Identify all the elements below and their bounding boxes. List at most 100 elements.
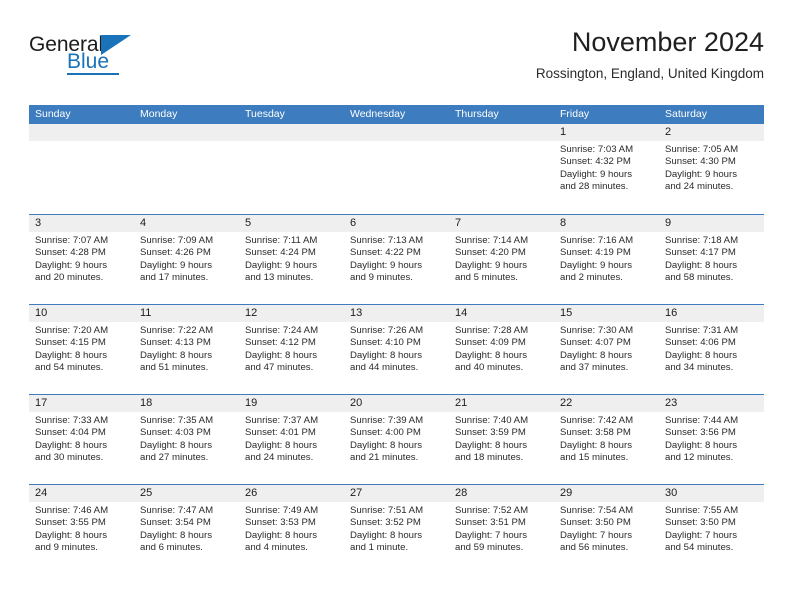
day-number: 9 bbox=[659, 215, 764, 232]
sunset-text: Sunset: 4:17 PM bbox=[665, 247, 736, 259]
day-sun-info: Sunrise: 7:55 AM Sunset: 3:50 PM Daylight:… bbox=[659, 502, 764, 554]
daylight-text-line2: and 24 minutes. bbox=[665, 180, 734, 192]
day-cell[interactable]: 16 Sunrise: 7:31 AM Sunset: 4:06 PM Dayligh… bbox=[659, 305, 764, 394]
daylight-text-line2: and 34 minutes. bbox=[665, 361, 734, 373]
day-number: 4 bbox=[134, 215, 239, 232]
week-row: 1 Sunrise: 7:03 AM Sunset: 4:32 PM Daylight… bbox=[29, 124, 764, 214]
sunset-text: Sunset: 3:50 PM bbox=[665, 517, 736, 529]
day-cell[interactable]: 17 Sunrise: 7:33 AM Sunset: 4:04 PM Dayligh… bbox=[29, 395, 134, 484]
sunrise-text: Sunrise: 7:13 AM bbox=[350, 235, 424, 246]
sunrise-text: Sunrise: 7:33 AM bbox=[35, 415, 109, 426]
sunset-text: Sunset: 4:04 PM bbox=[35, 427, 106, 439]
day-cell[interactable]: 23 Sunrise: 7:44 AM Sunset: 3:56 PM Dayligh… bbox=[659, 395, 764, 484]
sunset-text: Sunset: 4:01 PM bbox=[245, 427, 316, 439]
day-cell[interactable]: 6 Sunrise: 7:13 AM Sunset: 4:22 PM Daylight… bbox=[344, 215, 449, 304]
sunset-text: Sunset: 4:06 PM bbox=[665, 337, 736, 349]
day-number: 29 bbox=[554, 485, 659, 502]
sunset-text: Sunset: 4:22 PM bbox=[350, 247, 421, 259]
sunrise-text: Sunrise: 7:55 AM bbox=[665, 505, 739, 516]
daylight-text-line1: Daylight: 8 hours bbox=[560, 439, 632, 451]
day-cell[interactable]: 10 Sunrise: 7:20 AM Sunset: 4:15 PM Dayligh… bbox=[29, 305, 134, 394]
daylight-text-line2: and 9 minutes. bbox=[350, 271, 413, 283]
sunset-text: Sunset: 4:19 PM bbox=[560, 247, 631, 259]
sunrise-text: Sunrise: 7:54 AM bbox=[560, 505, 634, 516]
week-row: 3 Sunrise: 7:07 AM Sunset: 4:28 PM Daylight… bbox=[29, 214, 764, 304]
sunrise-text: Sunrise: 7:18 AM bbox=[665, 235, 739, 246]
sunrise-text: Sunrise: 7:44 AM bbox=[665, 415, 739, 426]
day-cell[interactable]: 22 Sunrise: 7:42 AM Sunset: 3:58 PM Dayligh… bbox=[554, 395, 659, 484]
day-cell[interactable]: 27 Sunrise: 7:51 AM Sunset: 3:52 PM Dayligh… bbox=[344, 485, 449, 574]
day-cell[interactable]: 26 Sunrise: 7:49 AM Sunset: 3:53 PM Dayligh… bbox=[239, 485, 344, 574]
sunset-text: Sunset: 4:32 PM bbox=[560, 156, 631, 168]
daylight-text-line2: and 24 minutes. bbox=[245, 451, 314, 463]
daylight-text-line2: and 30 minutes. bbox=[35, 451, 104, 463]
day-cell[interactable]: 7 Sunrise: 7:14 AM Sunset: 4:20 PM Daylight… bbox=[449, 215, 554, 304]
daylight-text-line1: Daylight: 9 hours bbox=[35, 259, 107, 271]
sunset-text: Sunset: 4:10 PM bbox=[350, 337, 421, 349]
sunrise-text: Sunrise: 7:09 AM bbox=[140, 235, 214, 246]
daylight-text-line1: Daylight: 7 hours bbox=[665, 529, 737, 541]
sunset-text: Sunset: 4:30 PM bbox=[665, 156, 736, 168]
daylight-text-line1: Daylight: 9 hours bbox=[350, 259, 422, 271]
day-cell[interactable]: 13 Sunrise: 7:26 AM Sunset: 4:10 PM Dayligh… bbox=[344, 305, 449, 394]
sunset-text: Sunset: 3:53 PM bbox=[245, 517, 316, 529]
daylight-text-line2: and 1 minute. bbox=[350, 541, 409, 553]
sunrise-text: Sunrise: 7:40 AM bbox=[455, 415, 529, 426]
day-sun-info: Sunrise: 7:49 AM Sunset: 3:53 PM Daylight:… bbox=[239, 502, 344, 554]
daylight-text-line2: and 6 minutes. bbox=[140, 541, 203, 553]
day-cell[interactable]: 12 Sunrise: 7:24 AM Sunset: 4:12 PM Dayligh… bbox=[239, 305, 344, 394]
daylight-text-line1: Daylight: 8 hours bbox=[665, 259, 737, 271]
daylight-text-line1: Daylight: 9 hours bbox=[665, 168, 737, 180]
day-cell[interactable]: 19 Sunrise: 7:37 AM Sunset: 4:01 PM Dayligh… bbox=[239, 395, 344, 484]
sunset-text: Sunset: 3:56 PM bbox=[665, 427, 736, 439]
day-cell[interactable]: 4 Sunrise: 7:09 AM Sunset: 4:26 PM Daylight… bbox=[134, 215, 239, 304]
day-number: 15 bbox=[554, 305, 659, 322]
day-cell[interactable]: 14 Sunrise: 7:28 AM Sunset: 4:09 PM Dayligh… bbox=[449, 305, 554, 394]
daylight-text-line1: Daylight: 8 hours bbox=[665, 349, 737, 361]
sunrise-text: Sunrise: 7:35 AM bbox=[140, 415, 214, 426]
sunset-text: Sunset: 3:52 PM bbox=[350, 517, 421, 529]
daylight-text-line1: Daylight: 8 hours bbox=[35, 349, 107, 361]
sunrise-text: Sunrise: 7:22 AM bbox=[140, 325, 214, 336]
daylight-text-line2: and 2 minutes. bbox=[560, 271, 623, 283]
daylight-text-line1: Daylight: 8 hours bbox=[665, 439, 737, 451]
daylight-text-line1: Daylight: 8 hours bbox=[140, 529, 212, 541]
day-cell[interactable]: 9 Sunrise: 7:18 AM Sunset: 4:17 PM Daylight… bbox=[659, 215, 764, 304]
sunrise-text: Sunrise: 7:28 AM bbox=[455, 325, 529, 336]
day-cell[interactable]: 25 Sunrise: 7:47 AM Sunset: 3:54 PM Dayligh… bbox=[134, 485, 239, 574]
daylight-text-line2: and 13 minutes. bbox=[245, 271, 314, 283]
day-number bbox=[239, 124, 344, 141]
sunset-text: Sunset: 4:28 PM bbox=[35, 247, 106, 259]
day-number: 6 bbox=[344, 215, 449, 232]
day-number: 22 bbox=[554, 395, 659, 412]
day-sun-info: Sunrise: 7:42 AM Sunset: 3:58 PM Daylight:… bbox=[554, 412, 659, 464]
day-cell[interactable]: 30 Sunrise: 7:55 AM Sunset: 3:50 PM Dayligh… bbox=[659, 485, 764, 574]
sunset-text: Sunset: 4:03 PM bbox=[140, 427, 211, 439]
day-cell[interactable]: 11 Sunrise: 7:22 AM Sunset: 4:13 PM Dayligh… bbox=[134, 305, 239, 394]
daylight-text-line2: and 58 minutes. bbox=[665, 271, 734, 283]
day-sun-info: Sunrise: 7:35 AM Sunset: 4:03 PM Daylight:… bbox=[134, 412, 239, 464]
day-cell[interactable]: 21 Sunrise: 7:40 AM Sunset: 3:59 PM Dayligh… bbox=[449, 395, 554, 484]
sunset-text: Sunset: 3:51 PM bbox=[455, 517, 526, 529]
day-cell[interactable]: 8 Sunrise: 7:16 AM Sunset: 4:19 PM Daylight… bbox=[554, 215, 659, 304]
sunrise-text: Sunrise: 7:51 AM bbox=[350, 505, 424, 516]
day-cell[interactable]: 3 Sunrise: 7:07 AM Sunset: 4:28 PM Daylight… bbox=[29, 215, 134, 304]
day-cell[interactable]: 20 Sunrise: 7:39 AM Sunset: 4:00 PM Dayligh… bbox=[344, 395, 449, 484]
sunrise-text: Sunrise: 7:16 AM bbox=[560, 235, 634, 246]
day-cell[interactable]: 1 Sunrise: 7:03 AM Sunset: 4:32 PM Daylight… bbox=[554, 124, 659, 214]
day-cell[interactable]: 15 Sunrise: 7:30 AM Sunset: 4:07 PM Dayligh… bbox=[554, 305, 659, 394]
day-cell[interactable]: 28 Sunrise: 7:52 AM Sunset: 3:51 PM Dayligh… bbox=[449, 485, 554, 574]
calendar-grid: Sunday Monday Tuesday Wednesday Thursday Frid… bbox=[29, 105, 764, 574]
day-cell[interactable]: 29 Sunrise: 7:54 AM Sunset: 3:50 PM Dayligh… bbox=[554, 485, 659, 574]
day-cell[interactable]: 2 Sunrise: 7:05 AM Sunset: 4:30 PM Daylight… bbox=[659, 124, 764, 214]
day-number: 11 bbox=[134, 305, 239, 322]
weekday-header-tuesday: Tuesday bbox=[245, 108, 285, 120]
day-cell[interactable]: 5 Sunrise: 7:11 AM Sunset: 4:24 PM Daylight… bbox=[239, 215, 344, 304]
day-sun-info: Sunrise: 7:44 AM Sunset: 3:56 PM Daylight:… bbox=[659, 412, 764, 464]
sunset-text: Sunset: 4:07 PM bbox=[560, 337, 631, 349]
general-blue-logo: General Blue bbox=[29, 34, 209, 86]
daylight-text-line2: and 15 minutes. bbox=[560, 451, 629, 463]
daylight-text-line1: Daylight: 8 hours bbox=[245, 529, 317, 541]
day-cell[interactable]: 18 Sunrise: 7:35 AM Sunset: 4:03 PM Dayligh… bbox=[134, 395, 239, 484]
day-cell[interactable]: 24 Sunrise: 7:46 AM Sunset: 3:55 PM Dayligh… bbox=[29, 485, 134, 574]
